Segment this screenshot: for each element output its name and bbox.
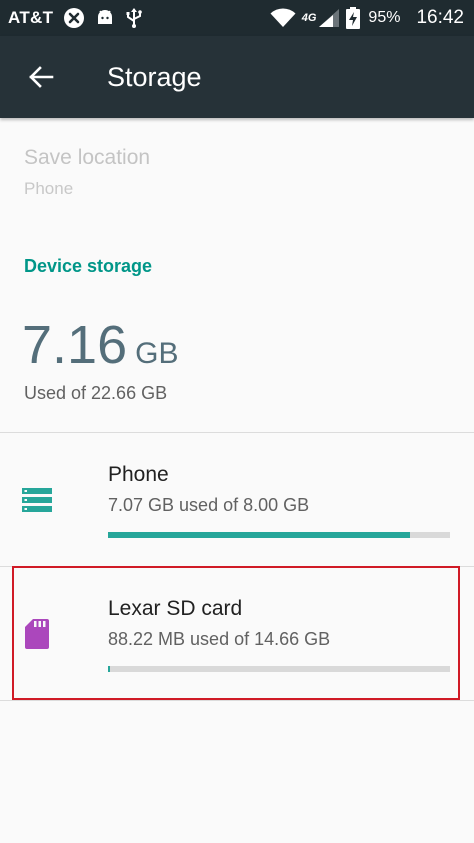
volume-summary: 88.22 MB used of 14.66 GB (108, 629, 331, 649)
battery-charging-icon (346, 7, 361, 29)
carrier-name: AT&T (8, 8, 54, 27)
usb-icon (125, 7, 143, 29)
volume-summary: 7.07 GB used of 8.00 GB (108, 495, 310, 515)
usage-progress-fill (108, 666, 111, 672)
usage-progress-bar (108, 666, 450, 672)
wifi-icon (270, 8, 296, 28)
clock: 16:42 (416, 7, 464, 28)
save-location-title: Save location (24, 146, 151, 169)
arrow-left-icon (29, 66, 54, 88)
signal-icon (318, 8, 340, 28)
battery-percent: 95% (368, 9, 401, 26)
page-title: Storage (107, 62, 202, 92)
usage-progress-fill (108, 532, 411, 538)
no-sim-x-icon (63, 7, 85, 29)
status-bar-left: AT&T (8, 0, 143, 36)
used-value: 7.16 (22, 315, 128, 375)
device-storage-header: Device storage (24, 256, 153, 276)
save-location-preference[interactable]: Save location Phone (0, 132, 474, 222)
used-unit: GB (135, 337, 179, 370)
app-bar: Storage (0, 36, 474, 118)
divider (0, 700, 474, 701)
status-bar-right: 4G 95% 16:42 (270, 0, 464, 36)
sd-card-icon (22, 619, 52, 649)
storage-icon (22, 485, 52, 515)
used-caption: Used of 22.66 GB (24, 383, 168, 403)
storage-summary: 7.16 GB (22, 314, 178, 376)
save-location-value: Phone (24, 179, 74, 198)
volume-title: Lexar SD card (108, 597, 243, 620)
network-type-label: 4G (301, 12, 317, 24)
back-button[interactable] (26, 62, 56, 92)
usage-progress-bar (108, 532, 450, 538)
volume-title: Phone (108, 463, 169, 486)
volume-item-sd-card[interactable]: Lexar SD card 88.22 MB used of 14.66 GB (0, 567, 474, 699)
status-bar: AT&T 4G 95% 16:42 (0, 0, 474, 36)
android-icon (95, 8, 115, 28)
volume-item-phone[interactable]: Phone 7.07 GB used of 8.00 GB (0, 433, 474, 565)
